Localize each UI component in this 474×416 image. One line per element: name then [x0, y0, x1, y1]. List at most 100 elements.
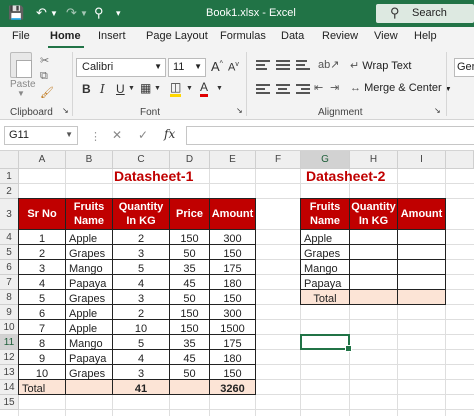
font-size-select[interactable]: 11 ▼: [168, 58, 206, 77]
row-header-5[interactable]: 5: [0, 245, 19, 260]
decrease-font-icon[interactable]: Av: [228, 61, 239, 74]
column-header-g[interactable]: G: [301, 151, 350, 169]
format-painter-icon[interactable]: 🖌: [40, 86, 54, 99]
fill-dropdown-icon[interactable]: ▼: [186, 85, 193, 92]
dataset1-cell[interactable]: Apple: [66, 305, 113, 320]
insert-function-icon[interactable]: fx: [164, 127, 175, 141]
orientation-icon[interactable]: ab↗: [318, 58, 339, 71]
row-header-10[interactable]: 10: [0, 320, 19, 335]
italic-icon[interactable]: I: [100, 82, 105, 96]
dataset2-header-cell[interactable]: Quantity In KG: [350, 199, 398, 230]
dataset1-cell[interactable]: 150: [170, 305, 210, 320]
dataset1-cell[interactable]: 9: [19, 350, 66, 365]
dataset1-header-cell[interactable]: Sr No: [19, 199, 66, 230]
column-header-h[interactable]: H: [350, 151, 398, 169]
tab-data[interactable]: Data: [281, 30, 304, 42]
clipboard-launcher-icon[interactable]: ↘: [62, 106, 69, 115]
align-right-icon[interactable]: [296, 84, 310, 96]
search-box[interactable]: ⚲ Search: [376, 4, 474, 23]
font-name-select[interactable]: Calibri ▼: [76, 58, 166, 77]
dataset1-cell[interactable]: 5: [19, 290, 66, 305]
column-header-i[interactable]: I: [398, 151, 446, 169]
row-header-13[interactable]: 13: [0, 365, 19, 380]
formula-input[interactable]: [186, 126, 474, 145]
redo-dropdown-icon[interactable]: ▼: [80, 9, 88, 18]
dataset1-cell[interactable]: 180: [210, 275, 256, 290]
dataset1-cell[interactable]: Grapes: [66, 365, 113, 380]
align-top-icon[interactable]: [256, 60, 270, 72]
row-header-4[interactable]: 4: [0, 230, 19, 245]
column-header-d[interactable]: D: [170, 151, 210, 169]
dataset1-cell[interactable]: 3: [113, 365, 170, 380]
dataset1-cell[interactable]: 4: [113, 350, 170, 365]
wrap-text-button[interactable]: ↵ Wrap Text: [350, 59, 411, 72]
dataset1-cell[interactable]: 150: [210, 290, 256, 305]
paste-dropdown-icon[interactable]: ▼: [17, 89, 25, 98]
dataset1-cell[interactable]: 150: [210, 365, 256, 380]
dataset1-cell[interactable]: 45: [170, 350, 210, 365]
dataset1-total-cell[interactable]: [170, 380, 210, 395]
fill-color-icon[interactable]: ◫: [170, 81, 182, 97]
borders-icon[interactable]: ▦: [140, 81, 151, 95]
dataset2-cell[interactable]: [350, 275, 398, 290]
dataset1-total-cell[interactable]: 3260: [210, 380, 256, 395]
row-header-7[interactable]: 7: [0, 275, 19, 290]
dataset1-cell[interactable]: 150: [170, 230, 210, 245]
row-header-3[interactable]: 3: [0, 199, 19, 230]
dataset1-cell[interactable]: 3: [113, 290, 170, 305]
dataset1-cell[interactable]: 4: [113, 275, 170, 290]
column-header-b[interactable]: B: [66, 151, 113, 169]
dataset1-cell[interactable]: 50: [170, 365, 210, 380]
dataset1-cell[interactable]: 300: [210, 230, 256, 245]
undo-dropdown-icon[interactable]: ▼: [50, 9, 58, 18]
dataset1-header-cell[interactable]: Price: [170, 199, 210, 230]
dataset1-cell[interactable]: 180: [210, 350, 256, 365]
dataset1-cell[interactable]: 10: [113, 320, 170, 335]
align-center-icon[interactable]: [276, 84, 290, 96]
dataset2-cell[interactable]: [398, 260, 446, 275]
dataset1-cell[interactable]: 4: [19, 275, 66, 290]
column-header-e[interactable]: E: [210, 151, 256, 169]
paste-icon[interactable]: [10, 52, 32, 78]
tab-file[interactable]: File: [12, 30, 30, 42]
active-cell-selection[interactable]: [300, 334, 352, 352]
underline-dropdown-icon[interactable]: ▼: [128, 85, 135, 92]
tab-page-layout[interactable]: Page Layout: [146, 30, 208, 42]
bold-icon[interactable]: B: [82, 82, 91, 96]
increase-font-icon[interactable]: A^: [211, 59, 223, 74]
dataset1-cell[interactable]: 50: [170, 245, 210, 260]
align-middle-icon[interactable]: [276, 60, 290, 72]
dataset1-cell[interactable]: Grapes: [66, 290, 113, 305]
dataset1-cell[interactable]: 5: [113, 335, 170, 350]
dataset1-cell[interactable]: 175: [210, 260, 256, 275]
dataset1-cell[interactable]: 5: [113, 260, 170, 275]
dataset2-total-cell[interactable]: [398, 290, 446, 305]
dataset1-cell[interactable]: 300: [210, 305, 256, 320]
dataset2-cell[interactable]: Papaya: [301, 275, 350, 290]
dataset1-cell[interactable]: 3: [19, 260, 66, 275]
dataset1-cell[interactable]: Mango: [66, 260, 113, 275]
row-header-2[interactable]: 2: [0, 184, 19, 199]
column-header-f[interactable]: F: [256, 151, 301, 169]
dataset2-total-cell[interactable]: [350, 290, 398, 305]
search-tool-icon[interactable]: ⚲: [94, 5, 104, 21]
dataset1-cell[interactable]: 35: [170, 260, 210, 275]
dataset1-cell[interactable]: 50: [170, 290, 210, 305]
tab-formulas[interactable]: Formulas: [220, 30, 266, 42]
merge-center-button[interactable]: ↔ Merge & Center ▼: [350, 82, 452, 94]
dataset1-cell[interactable]: 1: [19, 230, 66, 245]
undo-icon[interactable]: ↶: [36, 5, 47, 21]
dataset1-header-cell[interactable]: Amount: [210, 199, 256, 230]
row-header-12[interactable]: 12: [0, 350, 19, 365]
row-header-6[interactable]: 6: [0, 260, 19, 275]
dataset2-header-cell[interactable]: Fruits Name: [301, 199, 350, 230]
tab-home[interactable]: Home: [50, 30, 81, 42]
save-icon[interactable]: 💾: [8, 5, 24, 21]
dataset1-cell[interactable]: 150: [170, 320, 210, 335]
cut-icon[interactable]: ✂: [40, 54, 49, 67]
dataset1-cell[interactable]: 1500: [210, 320, 256, 335]
tab-view[interactable]: View: [374, 30, 398, 42]
tab-help[interactable]: Help: [414, 30, 437, 42]
font-color-icon[interactable]: A: [200, 81, 209, 97]
dataset2-cell[interactable]: [350, 245, 398, 260]
